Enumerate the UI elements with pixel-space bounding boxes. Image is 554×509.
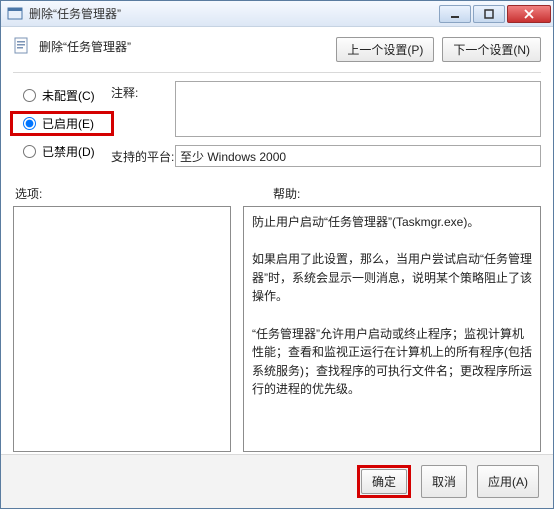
options-label: 选项: (13, 185, 273, 202)
panels: 防止用户启动“任务管理器”(Taskmgr.exe)。 如果启用了此设置，那么，… (13, 206, 541, 452)
help-paragraph: 防止用户启动“任务管理器”(Taskmgr.exe)。 (252, 213, 532, 232)
maximize-button[interactable] (473, 5, 505, 23)
ok-button[interactable]: 确定 (361, 469, 407, 494)
next-setting-button[interactable]: 下一个设置(N) (442, 37, 541, 62)
help-paragraph: “任务管理器”允许用户启动或终止程序；监视计算机性能；查看和监视正运行在计算机上… (252, 325, 532, 399)
section-labels: 选项: 帮助: (13, 185, 541, 202)
window-title: 删除“任务管理器” (29, 5, 437, 22)
close-button[interactable] (507, 5, 551, 23)
form-area: 未配置(C) 已启用(E) 已禁用(D) 注释: 支持的平台: (13, 81, 541, 175)
footer: 确定 取消 应用(A) (1, 454, 553, 508)
ok-highlight: 确定 (357, 465, 411, 498)
radio-disabled[interactable]: 已禁用(D) (13, 143, 111, 160)
radio-enabled-input[interactable] (23, 117, 36, 130)
help-paragraph: 如果启用了此设置，那么，当用户尝试启动“任务管理器”时，系统会显示一则消息，说明… (252, 250, 532, 306)
policy-title: 删除“任务管理器” (39, 38, 131, 55)
radio-disabled-label: 已禁用(D) (42, 143, 95, 160)
help-label: 帮助: (273, 185, 300, 202)
radio-not-configured-input[interactable] (23, 89, 36, 102)
content-area: 删除“任务管理器” 上一个设置(P) 下一个设置(N) 未配置(C) 已启用(E… (1, 27, 553, 452)
comment-input[interactable] (175, 81, 541, 137)
prev-setting-button[interactable]: 上一个设置(P) (336, 37, 434, 62)
cancel-button[interactable]: 取消 (421, 465, 467, 498)
radio-group: 未配置(C) 已启用(E) 已禁用(D) (13, 81, 111, 175)
header-row: 删除“任务管理器” 上一个设置(P) 下一个设置(N) (13, 37, 541, 62)
radio-disabled-input[interactable] (23, 145, 36, 158)
radio-enabled-label: 已启用(E) (42, 115, 94, 132)
radio-not-configured-label: 未配置(C) (42, 87, 95, 104)
radio-not-configured[interactable]: 未配置(C) (13, 87, 111, 104)
platform-label: 支持的平台: (111, 145, 175, 165)
policy-editor-window: 删除“任务管理器” 删除“任务管理器” 上一个设置(P) 下一个设置(N) (0, 0, 554, 509)
platform-value: 至少 Windows 2000 (175, 145, 541, 167)
help-panel[interactable]: 防止用户启动“任务管理器”(Taskmgr.exe)。 如果启用了此设置，那么，… (243, 206, 541, 452)
titlebar: 删除“任务管理器” (1, 1, 553, 27)
minimize-button[interactable] (439, 5, 471, 23)
window-buttons (437, 5, 551, 23)
options-panel[interactable] (13, 206, 231, 452)
policy-icon (13, 37, 31, 55)
apply-button[interactable]: 应用(A) (477, 465, 539, 498)
window-icon (7, 6, 23, 22)
radio-enabled[interactable]: 已启用(E) (13, 114, 111, 133)
comment-label: 注释: (111, 81, 175, 101)
divider (13, 72, 541, 73)
